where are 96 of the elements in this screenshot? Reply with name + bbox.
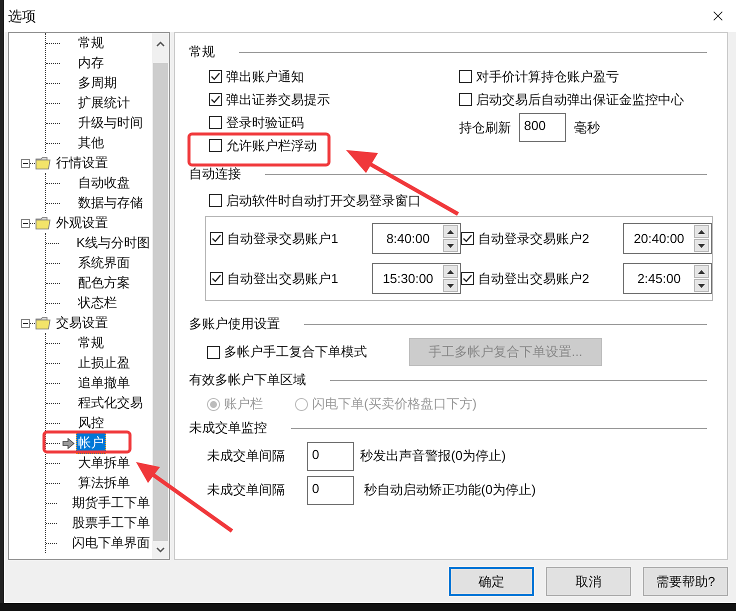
spin-down-icon[interactable] [694,239,709,252]
field-suffix: 秒自动启动矫正功能(0为停止) [364,481,536,500]
interval-input[interactable]: 0 [307,476,354,504]
tree-item[interactable]: 追单撤单 [76,373,132,393]
tree-item[interactable]: 股票手工下单 [70,513,152,533]
checkbox-label: 自动登出交易账户1 [227,270,338,288]
tree-item[interactable]: K线与分时图 [74,233,152,253]
tree-item[interactable]: 扩展统计 [76,93,132,113]
collapse-icon[interactable] [21,218,30,228]
time-value: 15:30:00 [382,270,434,288]
checkbox-label: 弹出证券交易提示 [226,90,330,109]
time-spinner[interactable]: 2:45:00 [623,263,712,294]
scroll-down-icon[interactable] [156,547,165,553]
checkbox-label: 自动登录交易账户2 [478,230,590,248]
tree-item[interactable]: 止损止盈 [76,353,132,373]
checkbox-label: 自动登录交易账户1 [227,230,338,248]
tree-item[interactable]: 常规 [76,333,106,353]
tree-item[interactable]: 其他 [76,133,106,153]
tree-item[interactable]: 闪电下单界面 [70,533,152,553]
field-label: 持仓刷新 [459,118,511,137]
tree-item[interactable]: 风控 [76,413,106,433]
tree-item[interactable]: 常规 [76,33,106,53]
checkbox[interactable] [207,346,220,358]
checkbox[interactable] [459,93,472,106]
folder-icon [35,156,53,170]
field-label: 未成交单间隔 [207,447,286,466]
checkbox-label: 多帐户手工复合下单模式 [224,343,367,362]
dialog-button[interactable]: 需要帮助? [643,567,728,596]
folder-icon [35,316,53,330]
dialog-button[interactable]: 取消 [546,567,631,596]
time-value: 2:45:00 [636,270,682,288]
checkbox[interactable] [461,272,474,285]
tree-item[interactable]: 算法拆单 [76,473,132,493]
checkbox[interactable] [209,93,222,106]
tree-group[interactable]: 交易设置 [56,313,108,333]
radio-label: 闪电下单(买卖价格盘口下方) [312,395,477,414]
tree-item[interactable]: 升级与时间 [76,113,145,133]
spin-up-icon[interactable] [694,265,709,278]
arrow-icon [62,438,74,448]
field-suffix: 秒发出声音警报(0为停止) [360,447,506,466]
collapse-icon[interactable] [21,318,30,328]
tree-item[interactable]: 大单拆单 [76,453,132,473]
checkbox[interactable] [210,232,223,245]
tree-item[interactable]: 状态栏 [76,293,119,313]
refresh-input[interactable]: 800 [519,113,566,142]
collapse-icon[interactable] [21,158,30,168]
checkbox[interactable] [209,116,222,129]
checkbox-label: 对手价计算持仓账户盈亏 [476,68,619,86]
window-title: 选项 [8,6,36,26]
checkbox-label: 自动登出交易账户2 [478,270,590,288]
dialog-button[interactable]: 确定 [449,567,534,596]
checkbox-label: 弹出账户通知 [226,68,304,86]
checkbox-label: 启动交易后自动弹出保证金监控中心 [476,90,684,109]
spin-down-icon[interactable] [694,279,709,292]
tree-item[interactable]: 期货手工下单 [70,493,152,513]
time-spinner[interactable]: 15:30:00 [372,263,461,294]
checkbox-label: 启动软件时自动打开交易登录窗口 [226,192,421,210]
spin-up-icon[interactable] [443,225,458,238]
tree-group[interactable]: 行情设置 [56,153,108,173]
section-title: 自动连接 [189,165,241,184]
checkbox[interactable] [209,70,222,83]
checkbox[interactable] [461,232,474,245]
checkbox-label: 登录时验证码 [226,114,304,132]
time-spinner[interactable]: 20:40:00 [623,223,712,254]
checkbox[interactable] [459,70,472,83]
tree-item[interactable]: 自动收盘 [76,173,132,193]
spin-up-icon[interactable] [443,265,458,278]
checkbox[interactable] [209,194,222,207]
section-title: 多账户使用设置 [189,315,280,334]
spin-down-icon[interactable] [443,279,458,292]
tree-item[interactable]: 程式化交易 [76,393,145,413]
tree-item[interactable]: 多周期 [76,73,119,93]
tree-item[interactable]: 数据与存储 [76,193,145,213]
time-spinner[interactable]: 8:40:00 [372,223,461,254]
tree-item[interactable]: 系统界面 [76,253,132,273]
spin-up-icon[interactable] [694,225,709,238]
scroll-up-icon[interactable] [156,41,165,47]
folder-icon [35,216,53,230]
radio-label: 账户栏 [224,395,263,414]
tree-group[interactable]: 外观设置 [56,213,108,233]
section-title: 常规 [189,43,215,62]
time-value: 20:40:00 [632,230,686,248]
time-value: 8:40:00 [385,230,431,248]
field-label: 未成交单间隔 [207,481,286,500]
checkbox-label: 允许账户栏浮动 [226,136,317,155]
spin-down-icon[interactable] [443,239,458,252]
unit-label: 毫秒 [574,118,600,137]
scroll-thumb[interactable] [153,63,168,541]
section-title: 有效多帐户下单区域 [189,371,306,390]
checkbox[interactable] [209,139,222,152]
tree-item[interactable]: 配色方案 [76,273,132,293]
section-title: 未成交单监控 [189,419,267,438]
tree-item[interactable]: 内存 [76,53,106,73]
interval-input[interactable]: 0 [307,442,354,470]
checkbox[interactable] [210,272,223,285]
scrollbar[interactable] [152,33,169,559]
